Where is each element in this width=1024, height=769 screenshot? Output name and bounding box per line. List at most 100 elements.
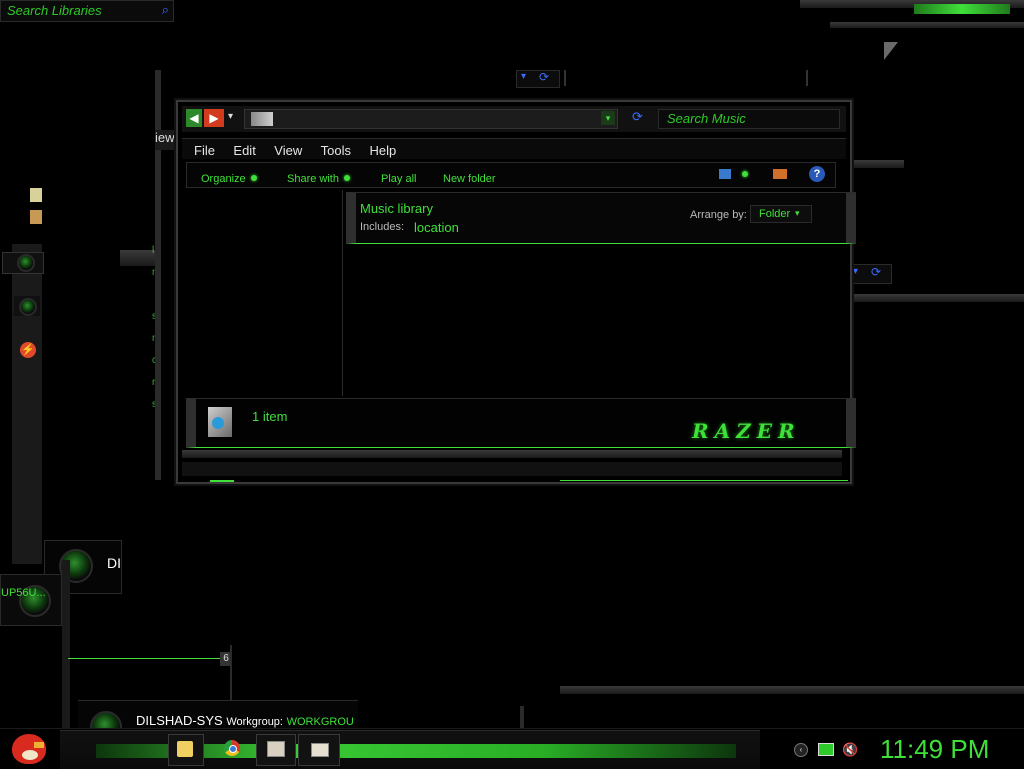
bg-bar-2: [840, 294, 1024, 302]
menu-help[interactable]: Help: [369, 143, 396, 158]
library-title: Music library: [360, 201, 433, 216]
chevron-down-icon: ▾: [853, 266, 859, 277]
includes-label: Includes:: [360, 221, 405, 233]
search-libraries-input[interactable]: Search Libraries ⌕: [0, 0, 174, 22]
details-pane: 1 item RAZER: [186, 398, 856, 448]
chrome-center: [229, 745, 237, 753]
gadget-line-vertical: [230, 645, 232, 700]
dropdown-dot-icon: [250, 174, 257, 181]
chrome-icon[interactable]: [224, 740, 240, 756]
dock-item-1[interactable]: [2, 252, 44, 274]
bird-beak: [34, 742, 44, 748]
gadget-line: [68, 658, 220, 659]
paint-icon: [267, 741, 285, 757]
arrange-by-dropdown[interactable]: Folder ▾: [750, 205, 812, 223]
taskbar-paint-button[interactable]: [256, 734, 296, 766]
item-count: 1 item: [252, 409, 288, 424]
network-group-label: UP56U...: [1, 587, 46, 599]
organize-button[interactable]: Organize: [201, 169, 257, 187]
window-glow-right: [560, 480, 848, 481]
recent-pages-chevron-icon[interactable]: ▾: [228, 111, 233, 122]
system-info-text: DILSHAD-SYS Workgroup: WORKGROU: [136, 713, 354, 728]
ghost-address-bar: [564, 70, 808, 86]
workgroup-value: WORKGROU: [286, 716, 354, 728]
top-right-bar-2: [830, 22, 1024, 28]
documents-icon[interactable]: [30, 188, 42, 202]
start-button[interactable]: [10, 730, 50, 766]
razer-logo: RAZER: [692, 419, 801, 443]
new-folder-label: New folder: [443, 173, 496, 185]
ghost-panel-bar: [120, 250, 156, 266]
network-tray-icon[interactable]: [818, 743, 834, 756]
mouse-cursor-icon: [884, 42, 898, 60]
chevron-down-icon: ▾: [795, 208, 800, 218]
search-music-placeholder: Search Music: [667, 111, 746, 126]
search-music-input[interactable]: Search Music: [658, 109, 840, 129]
refresh-icon: ⟳: [871, 265, 882, 279]
address-dropdown-icon[interactable]: ▾: [601, 111, 615, 125]
media-player-icon: [311, 743, 329, 757]
file-list[interactable]: [346, 244, 836, 396]
back-button[interactable]: ◀: [186, 109, 202, 127]
ghost-nav-buttons: ▾ ⟳: [516, 70, 560, 88]
dropdown-dot-icon: [343, 174, 350, 181]
music-library-icon: [251, 112, 273, 126]
search-icon: ⌕: [161, 2, 169, 17]
taskbar-app-button[interactable]: [298, 734, 340, 766]
forward-button[interactable]: ▶: [204, 109, 224, 127]
folder-icon: [177, 741, 193, 757]
share-with-label: Share with: [287, 173, 339, 185]
refresh-icon: ⟳: [539, 70, 550, 84]
navigation-pane[interactable]: [186, 190, 343, 396]
angry-bird-start-icon: [12, 734, 46, 764]
window-bottom-frame: [182, 462, 842, 476]
includes-location-link[interactable]: location: [414, 220, 459, 235]
menu-items: File Edit View Tools Help: [194, 142, 410, 160]
orb-icon: [17, 254, 35, 272]
play-all-label: Play all: [381, 173, 417, 185]
address-bar[interactable]: ▾: [244, 109, 618, 129]
menu-tools[interactable]: Tools: [321, 143, 351, 158]
bird-belly: [22, 750, 38, 760]
razer-logo-text: RAZER: [692, 419, 801, 443]
tray-arrow-icon[interactable]: ‹: [794, 743, 808, 757]
user-initials: DI: [107, 555, 121, 571]
help-icon[interactable]: ?: [809, 166, 825, 182]
pictures-icon[interactable]: [30, 210, 42, 224]
top-right-green-bar: [914, 4, 1010, 14]
window-bottom-bar: [182, 450, 842, 458]
taskbar-explorer-button[interactable]: [168, 734, 204, 766]
music-note-icon: [212, 417, 224, 429]
computer-name: DILSHAD-SYS: [136, 713, 223, 728]
volume-muted-icon[interactable]: 🔇: [842, 742, 858, 758]
search-libraries-placeholder: Search Libraries: [7, 3, 102, 18]
menu-edit[interactable]: Edit: [233, 143, 255, 158]
refresh-icon[interactable]: ⟳: [632, 109, 652, 127]
view-dropdown-dot-icon[interactable]: [742, 171, 748, 177]
music-library-icon: [208, 407, 232, 437]
desktop-bottom-bar: [560, 686, 1024, 694]
chevron-down-icon: ▾: [521, 71, 527, 82]
organize-label: Organize: [201, 173, 246, 185]
left-dock: [12, 244, 42, 564]
window-glow-left: [210, 480, 234, 482]
clock[interactable]: 11:49 PM: [880, 734, 989, 765]
preview-pane-icon[interactable]: [773, 169, 787, 179]
dock-item-2[interactable]: [14, 296, 40, 316]
gadget-stand: [62, 560, 70, 740]
workgroup-label: Workgroup:: [226, 716, 283, 728]
arrange-by-value: Folder: [759, 208, 791, 220]
arrange-by-label: Arrange by:: [690, 209, 747, 221]
address-bar-row: ◀ ▶ ▾ ▾ ⟳ Search Music: [182, 106, 846, 132]
orb-icon: [19, 298, 37, 316]
menu-view[interactable]: View: [274, 143, 302, 158]
play-all-button[interactable]: Play all: [381, 169, 416, 187]
share-with-button[interactable]: Share with: [287, 169, 350, 187]
library-header: Music library Includes: location Arrange…: [346, 192, 856, 244]
menu-bar: File Edit View Tools Help: [182, 138, 846, 159]
flash-icon[interactable]: ⚡: [20, 342, 36, 358]
change-view-icon[interactable]: [719, 169, 731, 179]
menu-file[interactable]: File: [194, 143, 215, 158]
system-info-gadget: DILSHAD-SYS Workgroup: WORKGROU: [78, 700, 358, 743]
new-folder-button[interactable]: New folder: [443, 169, 496, 187]
